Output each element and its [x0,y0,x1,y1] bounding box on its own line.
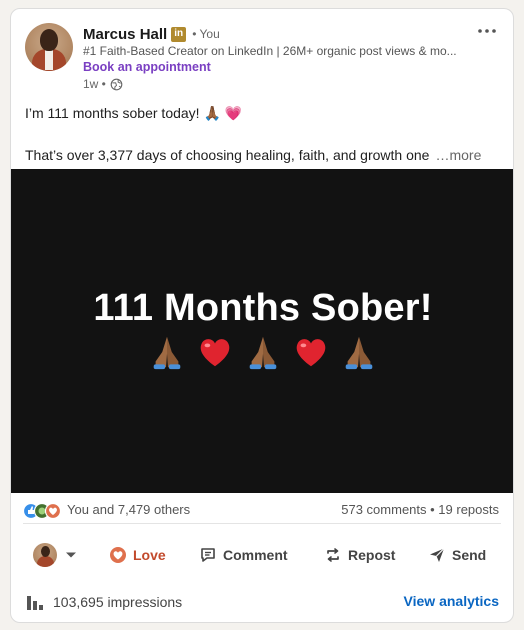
love-label: Love [133,547,166,563]
caret-down-icon [66,552,76,558]
comment-icon [201,548,215,562]
media-emoji-row [11,333,513,371]
post-text-line2: That’s over 3,377 days of choosing heali… [25,147,481,163]
post-media-image[interactable]: 111 Months Sober! [11,169,513,493]
divider [23,523,501,524]
send-label: Send [452,547,487,563]
action-bar: Love Comment Repost Send [11,535,513,575]
send-button[interactable]: Send [428,543,486,567]
relation-label: • You [192,27,220,41]
author-name[interactable]: Marcus Hall [83,26,167,43]
comments-reposts-count[interactable]: 573 comments • 19 reposts [341,502,499,517]
comment-label: Comment [223,547,288,563]
red-heart-icon [296,339,326,367]
post-text-line1: I’m 111 months sober today! 🙏🏾 💗 [25,105,243,121]
red-heart-icon [200,339,230,367]
see-more-link[interactable]: …more [435,147,481,163]
praying-hands-icon [345,336,373,370]
praying-hands-icon [249,336,277,370]
post-footer: 103,695 impressions View analytics [11,587,513,617]
comment-button[interactable]: Comment [199,543,288,567]
love-reaction-icon [110,547,126,563]
repost-icon [327,548,339,562]
bar-chart-icon [27,596,43,610]
reactions-count[interactable]: You and 7,479 others [67,502,190,517]
repost-button[interactable]: Repost [324,543,395,567]
author-headline: #1 Faith-Based Creator on LinkedIn | 26M… [83,44,457,58]
praying-hands-icon [153,336,181,370]
actor-avatar [33,543,57,567]
post-time: 1w • [83,77,106,91]
impressions-stat[interactable]: 103,695 impressions [25,593,182,611]
send-icon [430,548,445,562]
impressions-count: 103,695 impressions [53,594,183,610]
reaction-icons[interactable] [23,502,63,520]
view-analytics-link[interactable]: View analytics [404,593,499,609]
more-options-icon[interactable] [475,21,499,41]
actor-switcher-button[interactable] [33,543,83,567]
author-avatar[interactable] [25,23,73,71]
post-text-line2-body: That’s over 3,377 days of choosing heali… [25,147,430,163]
post-header: Marcus Hall in • You #1 Faith-Based Crea… [11,9,513,101]
post-card: Marcus Hall in • You #1 Faith-Based Crea… [10,8,514,623]
globe-icon [110,78,123,90]
love-button[interactable]: Love [109,543,166,567]
post-meta: 1w • [83,77,123,91]
social-counts-bar: You and 7,479 others 573 comments • 19 r… [11,497,513,525]
author-name-row: Marcus Hall in • You [83,24,220,44]
linkedin-badge-icon: in [171,26,187,42]
book-appointment-link[interactable]: Book an appointment [83,60,211,74]
repost-label: Repost [348,547,396,563]
media-title: 111 Months Sober! [93,287,433,329]
